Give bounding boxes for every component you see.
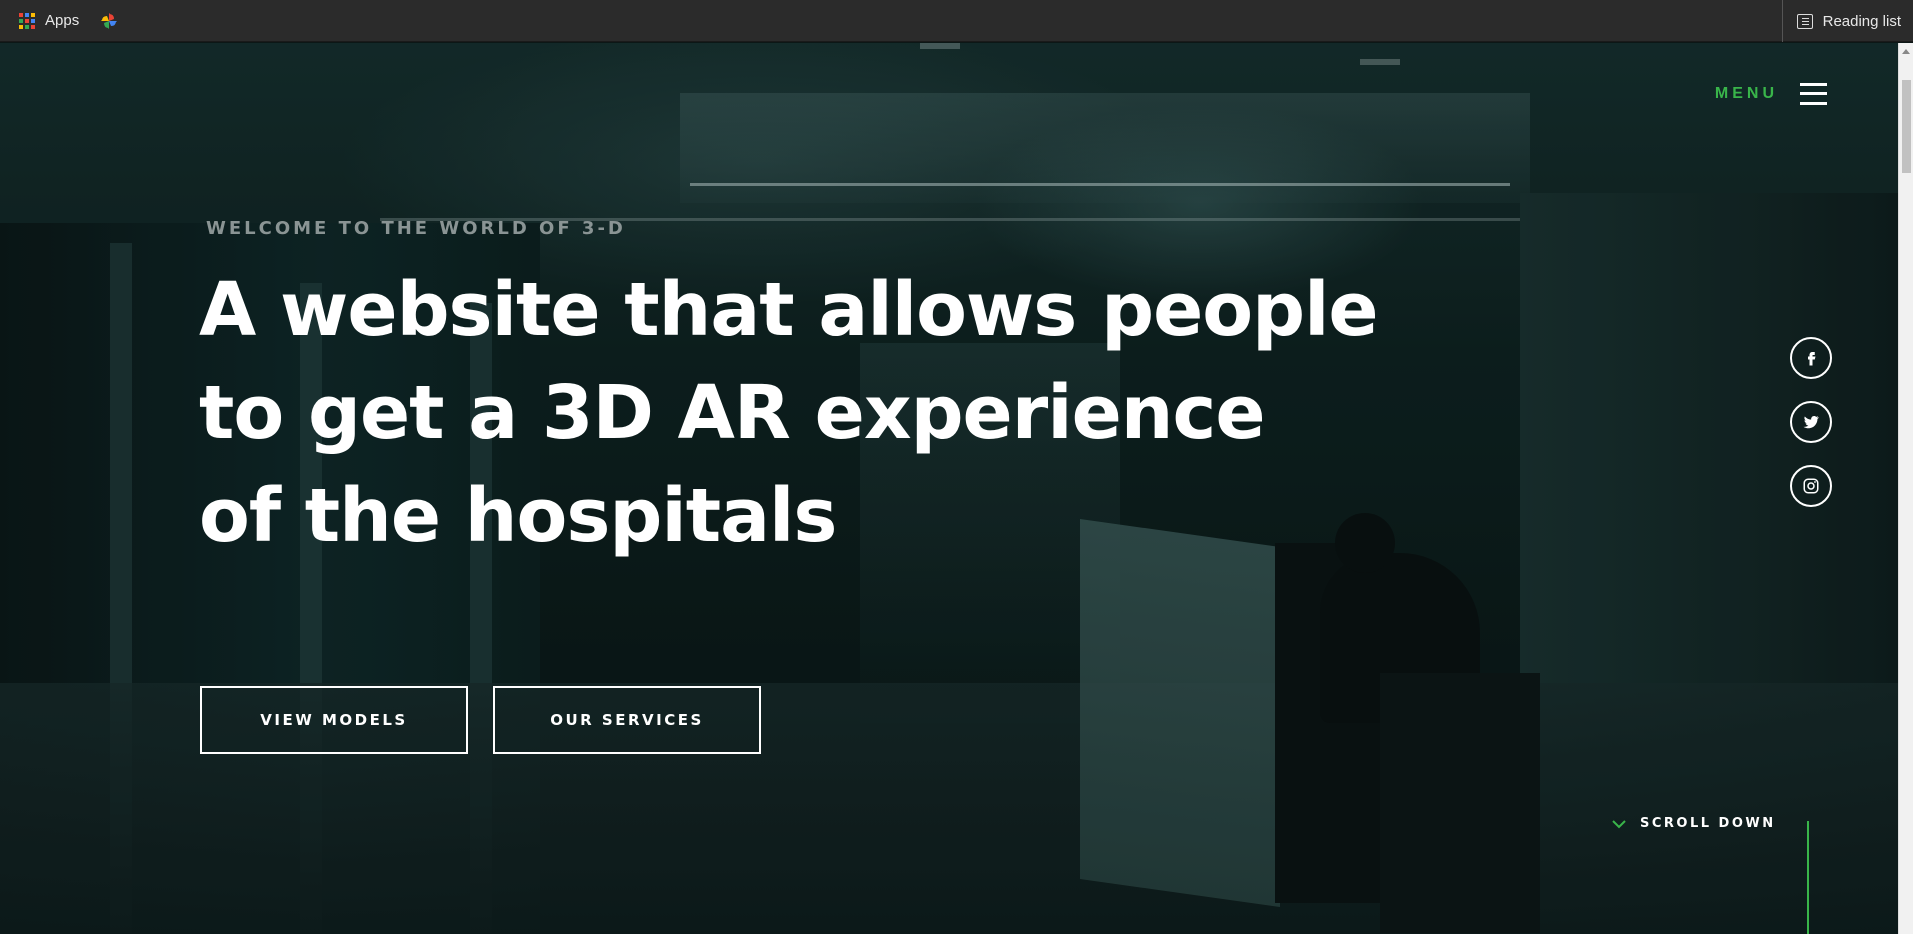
- reading-list-label: Reading list: [1822, 12, 1901, 30]
- chevron-down-icon: [1612, 819, 1626, 828]
- hero-eyebrow: WELCOME TO THE WORLD OF 3-D: [206, 218, 626, 239]
- hamburger-icon[interactable]: [1800, 83, 1827, 105]
- twitter-link[interactable]: [1790, 401, 1832, 443]
- menu-toggle[interactable]: MENU: [1715, 83, 1827, 105]
- our-services-button[interactable]: OUR SERVICES: [493, 686, 761, 754]
- scroll-indicator-line: [1807, 821, 1809, 934]
- view-models-button[interactable]: VIEW MODELS: [200, 686, 468, 754]
- twitter-icon: [1803, 416, 1819, 429]
- hero-section: MENU WELCOME TO THE WORLD OF 3-D A websi…: [0, 43, 1898, 934]
- reading-list-button[interactable]: Reading list: [1781, 0, 1901, 42]
- headline-line: of the hospitals: [199, 473, 837, 559]
- menu-label: MENU: [1714, 85, 1778, 102]
- pinwheel-icon[interactable]: [99, 11, 119, 31]
- hero-headline: A website that allows people to get a 3D…: [199, 259, 1399, 568]
- headline-line: to get a 3D AR experience: [199, 370, 1266, 456]
- page-scrollbar[interactable]: [1898, 43, 1913, 934]
- reading-list-icon: [1796, 13, 1813, 29]
- scroll-down-link[interactable]: SCROLL DOWN: [1612, 816, 1776, 831]
- facebook-link[interactable]: [1790, 337, 1832, 379]
- scroll-up-arrow-icon[interactable]: [1902, 49, 1910, 54]
- apps-grid-icon: [19, 12, 35, 29]
- bookmarks-bar: Apps Reading list: [0, 0, 1913, 42]
- apps-label: Apps: [45, 12, 80, 29]
- instagram-link[interactable]: [1790, 465, 1832, 507]
- headline-line: A website that allows people: [199, 267, 1379, 353]
- instagram-icon: [1803, 478, 1819, 494]
- scrollbar-thumb[interactable]: [1902, 80, 1911, 173]
- scroll-down-label: SCROLL DOWN: [1640, 816, 1776, 831]
- facebook-icon: [1808, 352, 1816, 366]
- apps-bookmark[interactable]: Apps: [19, 12, 79, 29]
